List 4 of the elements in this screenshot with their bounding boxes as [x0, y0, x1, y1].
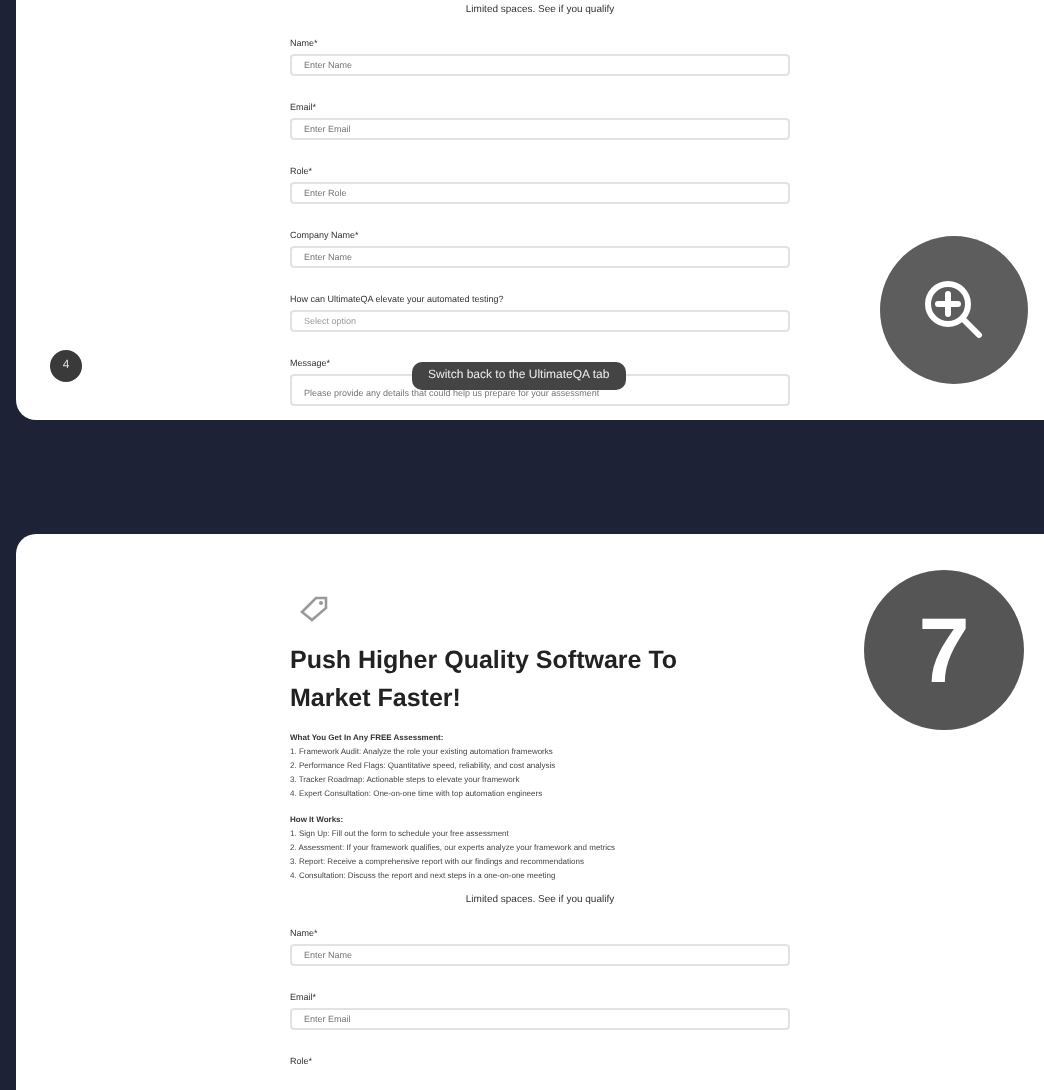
zoom-in-icon [920, 276, 988, 344]
page-title: Push Higher Quality Software To Market Faster! [290, 644, 680, 716]
tag-icon [298, 594, 330, 622]
step-number-badge: 7 [864, 570, 1024, 730]
